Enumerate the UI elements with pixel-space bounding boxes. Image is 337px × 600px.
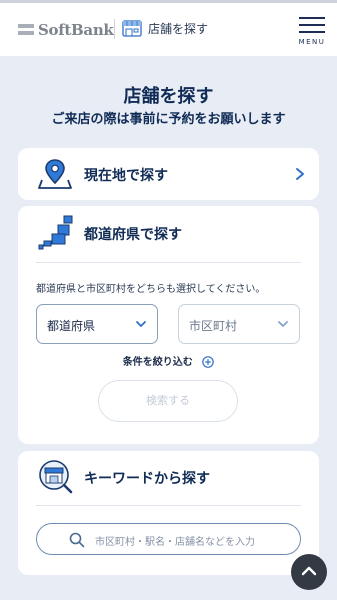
prefecture-select-value: 都道府県 bbox=[47, 319, 96, 333]
page-subtitle: ご来店の際は事前に予約をお願いします bbox=[51, 112, 286, 127]
header-store-link[interactable]: 店舗を探す bbox=[122, 20, 208, 37]
chevron-up-icon bbox=[301, 566, 317, 576]
chevron-right-icon bbox=[296, 168, 304, 180]
location-pin-icon bbox=[38, 159, 72, 189]
hamburger-icon bbox=[299, 17, 325, 19]
logo-bars-icon bbox=[18, 24, 34, 36]
menu-label: MENU bbox=[298, 38, 326, 46]
menu-button[interactable]: MENU bbox=[297, 15, 327, 47]
store-icon bbox=[122, 20, 142, 37]
prefecture-search-card: 都道府県で探す 都道府県と市区町村をどちらも選択してください。 都道府県 市区町… bbox=[18, 206, 319, 444]
store-search-icon bbox=[39, 460, 73, 494]
divider bbox=[36, 262, 301, 263]
keyword-search-input[interactable]: 市区町村・駅名・店舗名などを入力 bbox=[36, 523, 301, 555]
narrow-conditions-toggle[interactable]: 条件を絞り込む bbox=[18, 353, 319, 368]
header: SoftBank 店舗を探す MENU bbox=[0, 0, 337, 56]
japan-map-icon bbox=[38, 215, 73, 250]
current-location-title: 現在地で探す bbox=[84, 168, 168, 184]
back-to-top-button[interactable] bbox=[291, 554, 327, 590]
search-icon bbox=[69, 532, 85, 548]
keyword-search-card: キーワードから探す 市区町村・駅名・店舗名などを入力 bbox=[18, 451, 319, 575]
divider bbox=[36, 505, 301, 506]
header-divider bbox=[114, 19, 115, 39]
softbank-logo[interactable]: SoftBank bbox=[18, 21, 114, 39]
hamburger-bar bbox=[299, 24, 325, 26]
current-location-card[interactable]: 現在地で探す bbox=[18, 148, 319, 200]
city-select-value: 市区町村 bbox=[189, 319, 238, 333]
chevron-down-icon bbox=[278, 321, 288, 327]
city-select[interactable]: 市区町村 bbox=[178, 304, 300, 344]
keyword-placeholder: 市区町村・駅名・店舗名などを入力 bbox=[95, 537, 255, 548]
header-store-label: 店舗を探す bbox=[148, 22, 209, 36]
prefecture-search-title: 都道府県で探す bbox=[84, 227, 182, 243]
page-title: 店舗を探す bbox=[123, 86, 214, 107]
hamburger-bar bbox=[299, 31, 325, 33]
search-button[interactable]: 検索する bbox=[98, 380, 238, 422]
narrow-conditions-label: 条件を絞り込む bbox=[122, 357, 193, 368]
chevron-down-icon bbox=[136, 321, 146, 327]
prefecture-help-text: 都道府県と市区町村をどちらも選択してください。 bbox=[36, 284, 266, 295]
keyword-search-title: キーワードから探す bbox=[84, 471, 210, 487]
logo-text: SoftBank bbox=[38, 21, 114, 39]
prefecture-select[interactable]: 都道府県 bbox=[36, 304, 158, 344]
plus-circle-icon bbox=[202, 356, 215, 368]
